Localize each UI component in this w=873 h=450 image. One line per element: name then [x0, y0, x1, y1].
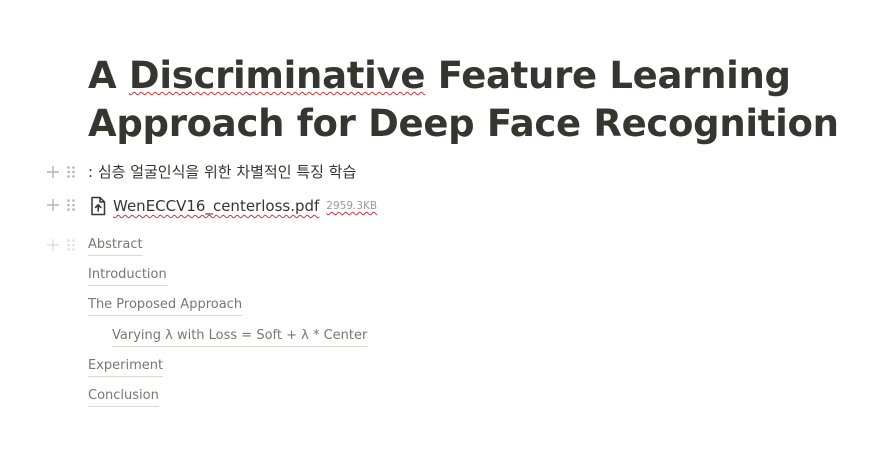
notion-page: A Discriminative Feature Learning Approa… — [0, 0, 873, 450]
subtitle-text[interactable]: : 심층 얼굴인식을 위한 차별적인 특징 학습 — [88, 162, 356, 182]
page-title[interactable]: A Discriminative Feature Learning Approa… — [88, 52, 858, 148]
toc-item-proposed-approach[interactable]: The Proposed Approach — [88, 296, 243, 316]
plus-icon[interactable] — [46, 165, 60, 179]
title-misspelled-word: Discriminative — [128, 54, 426, 97]
toc-item-conclusion[interactable]: Conclusion — [88, 387, 159, 407]
title-part-1: A — [88, 54, 129, 97]
toc-item-experiment[interactable]: Experiment — [88, 357, 164, 377]
file-upload-icon — [91, 196, 106, 216]
toc-item-varying-lambda[interactable]: Varying λ with Loss = Soft + λ * Center — [112, 327, 368, 347]
drag-handle-icon[interactable] — [66, 198, 76, 212]
block-handles — [46, 196, 82, 214]
file-size: 2959.3KB — [326, 200, 378, 212]
block-handles — [46, 163, 82, 181]
toc-item-introduction[interactable]: Introduction — [88, 266, 167, 286]
file-name[interactable]: WenECCV16_centerloss.pdf — [113, 197, 319, 215]
drag-handle-icon[interactable] — [66, 238, 76, 252]
toc-item-abstract[interactable]: Abstract — [88, 236, 143, 256]
file-attachment[interactable]: WenECCV16_centerloss.pdf 2959.3KB — [88, 196, 377, 216]
drag-handle-icon[interactable] — [66, 165, 76, 179]
plus-icon[interactable] — [46, 198, 60, 212]
plus-icon[interactable] — [46, 238, 60, 252]
block-handles — [46, 236, 82, 254]
